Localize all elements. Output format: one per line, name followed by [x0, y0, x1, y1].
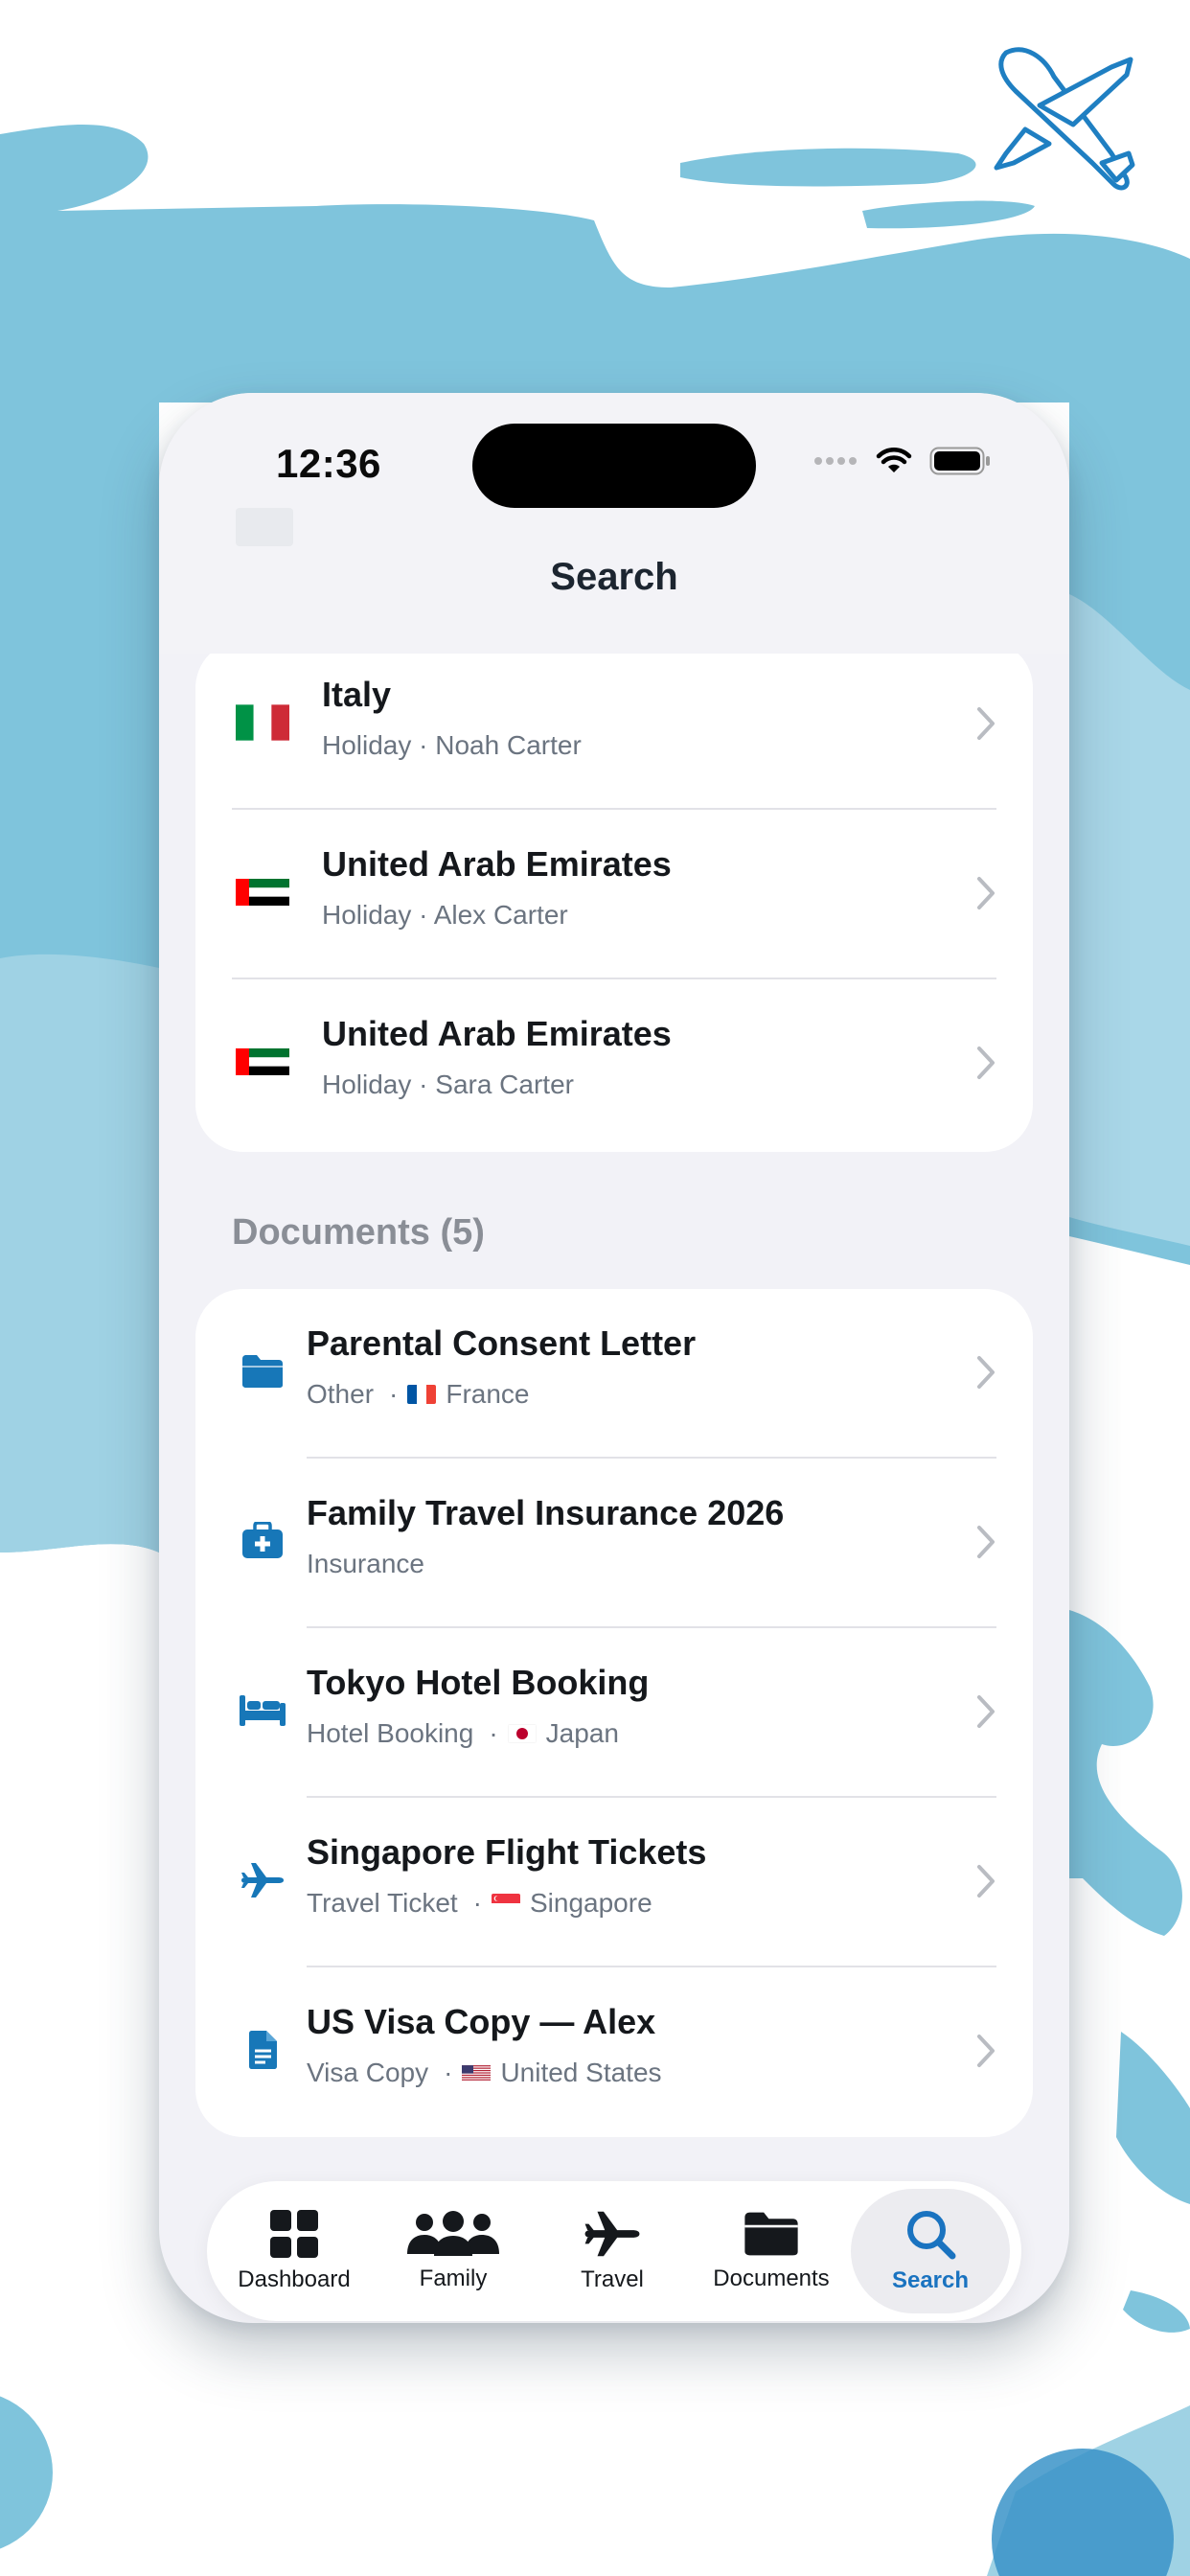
trip-subtitle: Holiday · Noah Carter	[322, 730, 582, 760]
document-title: Singapore Flight Tickets	[307, 1832, 707, 1872]
tab-bar: Dashboard Family Travel Documents Search	[207, 2181, 1021, 2321]
list-item[interactable]: Tokyo Hotel Booking Hotel Booking · Japa…	[195, 1628, 1033, 1798]
list-item[interactable]: Parental Consent Letter Other · France	[195, 1289, 1033, 1459]
italy-flag-icon	[234, 694, 291, 751]
tab-label: Dashboard	[238, 2266, 351, 2292]
tab-travel[interactable]: Travel	[533, 2189, 692, 2313]
trip-title: United Arab Emirates	[322, 844, 672, 884]
document-subtitle: Hotel Booking · Japan	[307, 1718, 619, 1749]
japan-flag-icon	[507, 1724, 537, 1743]
document-country: Singapore	[530, 1888, 652, 1918]
list-item[interactable]: US Visa Copy — Alex Visa Copy · United S…	[195, 1967, 1033, 2137]
tab-label: Family	[419, 2266, 488, 2291]
status-bar: 12:36	[159, 393, 1069, 527]
medical-case-icon	[234, 1512, 291, 1570]
separator: ·	[472, 1888, 482, 1918]
status-time: 12:36	[276, 441, 381, 486]
search-results: Italy Holiday · Noah Carter United Arab …	[159, 393, 1069, 2323]
document-country: France	[446, 1379, 530, 1409]
tab-dashboard[interactable]: Dashboard	[215, 2189, 374, 2313]
cellular-signal-icon	[814, 457, 857, 465]
document-subtitle: Insurance	[307, 1549, 424, 1579]
phone-frame: Italy Holiday · Noah Carter United Arab …	[159, 393, 1069, 2323]
battery-icon	[929, 447, 990, 475]
airplane-illustration-icon	[994, 47, 1135, 191]
document-type: Other	[307, 1379, 375, 1409]
list-item[interactable]: United Arab Emirates Holiday · Sara Cart…	[195, 979, 1033, 1149]
trip-title: Italy	[322, 675, 392, 714]
magnifier-icon	[907, 2211, 956, 2260]
document-type: Travel Ticket	[307, 1888, 458, 1918]
separator: ·	[444, 2058, 453, 2087]
page-title: Search	[550, 556, 678, 598]
tab-label: Documents	[713, 2266, 830, 2291]
chevron-right-icon	[977, 1695, 995, 1728]
wifi-icon	[876, 448, 912, 472]
france-flag-icon	[407, 1385, 437, 1404]
dynamic-island	[472, 424, 756, 508]
documents-section-header: Documents (5)	[232, 1212, 485, 1253]
document-title: Tokyo Hotel Booking	[307, 1663, 650, 1702]
airplane-icon	[584, 2211, 640, 2257]
chevron-right-icon	[977, 2035, 995, 2067]
airplane-icon	[234, 1852, 291, 1909]
trip-title: United Arab Emirates	[322, 1014, 672, 1053]
tab-label: Search	[891, 2267, 970, 2293]
folder-icon	[234, 1343, 291, 1400]
list-item[interactable]: Singapore Flight Tickets Travel Ticket ·…	[195, 1798, 1033, 1967]
folder-icon	[744, 2212, 798, 2256]
document-subtitle: Travel Ticket · Singapore	[307, 1888, 652, 1919]
document-title: US Visa Copy — Alex	[307, 2002, 656, 2041]
list-item[interactable]: United Arab Emirates Holiday · Alex Cart…	[195, 810, 1033, 979]
chevron-right-icon	[977, 1046, 995, 1079]
trips-results-card: Italy Holiday · Noah Carter United Arab …	[195, 640, 1033, 1152]
trip-subtitle: Holiday · Sara Carter	[322, 1070, 574, 1099]
usa-flag-icon	[462, 2065, 492, 2081]
trip-subtitle: Holiday · Alex Carter	[322, 900, 568, 930]
status-icons	[812, 447, 991, 475]
document-type: Insurance	[307, 1549, 424, 1578]
singapore-flag-icon	[492, 1894, 520, 1913]
bed-icon	[234, 1682, 291, 1739]
tab-documents[interactable]: Documents	[692, 2189, 851, 2313]
tab-label: Travel	[581, 2266, 644, 2292]
chevron-right-icon	[977, 1865, 995, 1898]
chevron-right-icon	[977, 877, 995, 909]
uae-flag-icon	[234, 863, 291, 921]
people-icon	[407, 2211, 499, 2256]
document-type: Visa Copy	[307, 2058, 429, 2087]
list-item[interactable]: Italy Holiday · Noah Carter	[195, 640, 1033, 810]
document-type: Hotel Booking	[307, 1718, 474, 1748]
document-country: Japan	[545, 1718, 619, 1748]
navigation-header: 12:36 Search	[159, 393, 1069, 654]
chevron-right-icon	[977, 1356, 995, 1389]
document-subtitle: Other · France	[307, 1379, 530, 1410]
tab-search[interactable]: Search	[851, 2189, 1010, 2313]
document-icon	[234, 2021, 291, 2079]
tab-family[interactable]: Family	[374, 2189, 533, 2313]
uae-flag-icon	[234, 1033, 291, 1091]
documents-results-card: Parental Consent Letter Other · France F…	[195, 1289, 1033, 2137]
chevron-right-icon	[977, 707, 995, 740]
grid-icon	[270, 2210, 318, 2258]
document-title: Parental Consent Letter	[307, 1323, 697, 1363]
separator: ·	[389, 1379, 399, 1409]
document-subtitle: Visa Copy · United States	[307, 2058, 662, 2088]
separator: ·	[489, 1718, 498, 1748]
list-item[interactable]: Family Travel Insurance 2026 Insurance	[195, 1459, 1033, 1628]
chevron-right-icon	[977, 1526, 995, 1558]
document-country: United States	[500, 2058, 662, 2087]
document-title: Family Travel Insurance 2026	[307, 1493, 785, 1532]
